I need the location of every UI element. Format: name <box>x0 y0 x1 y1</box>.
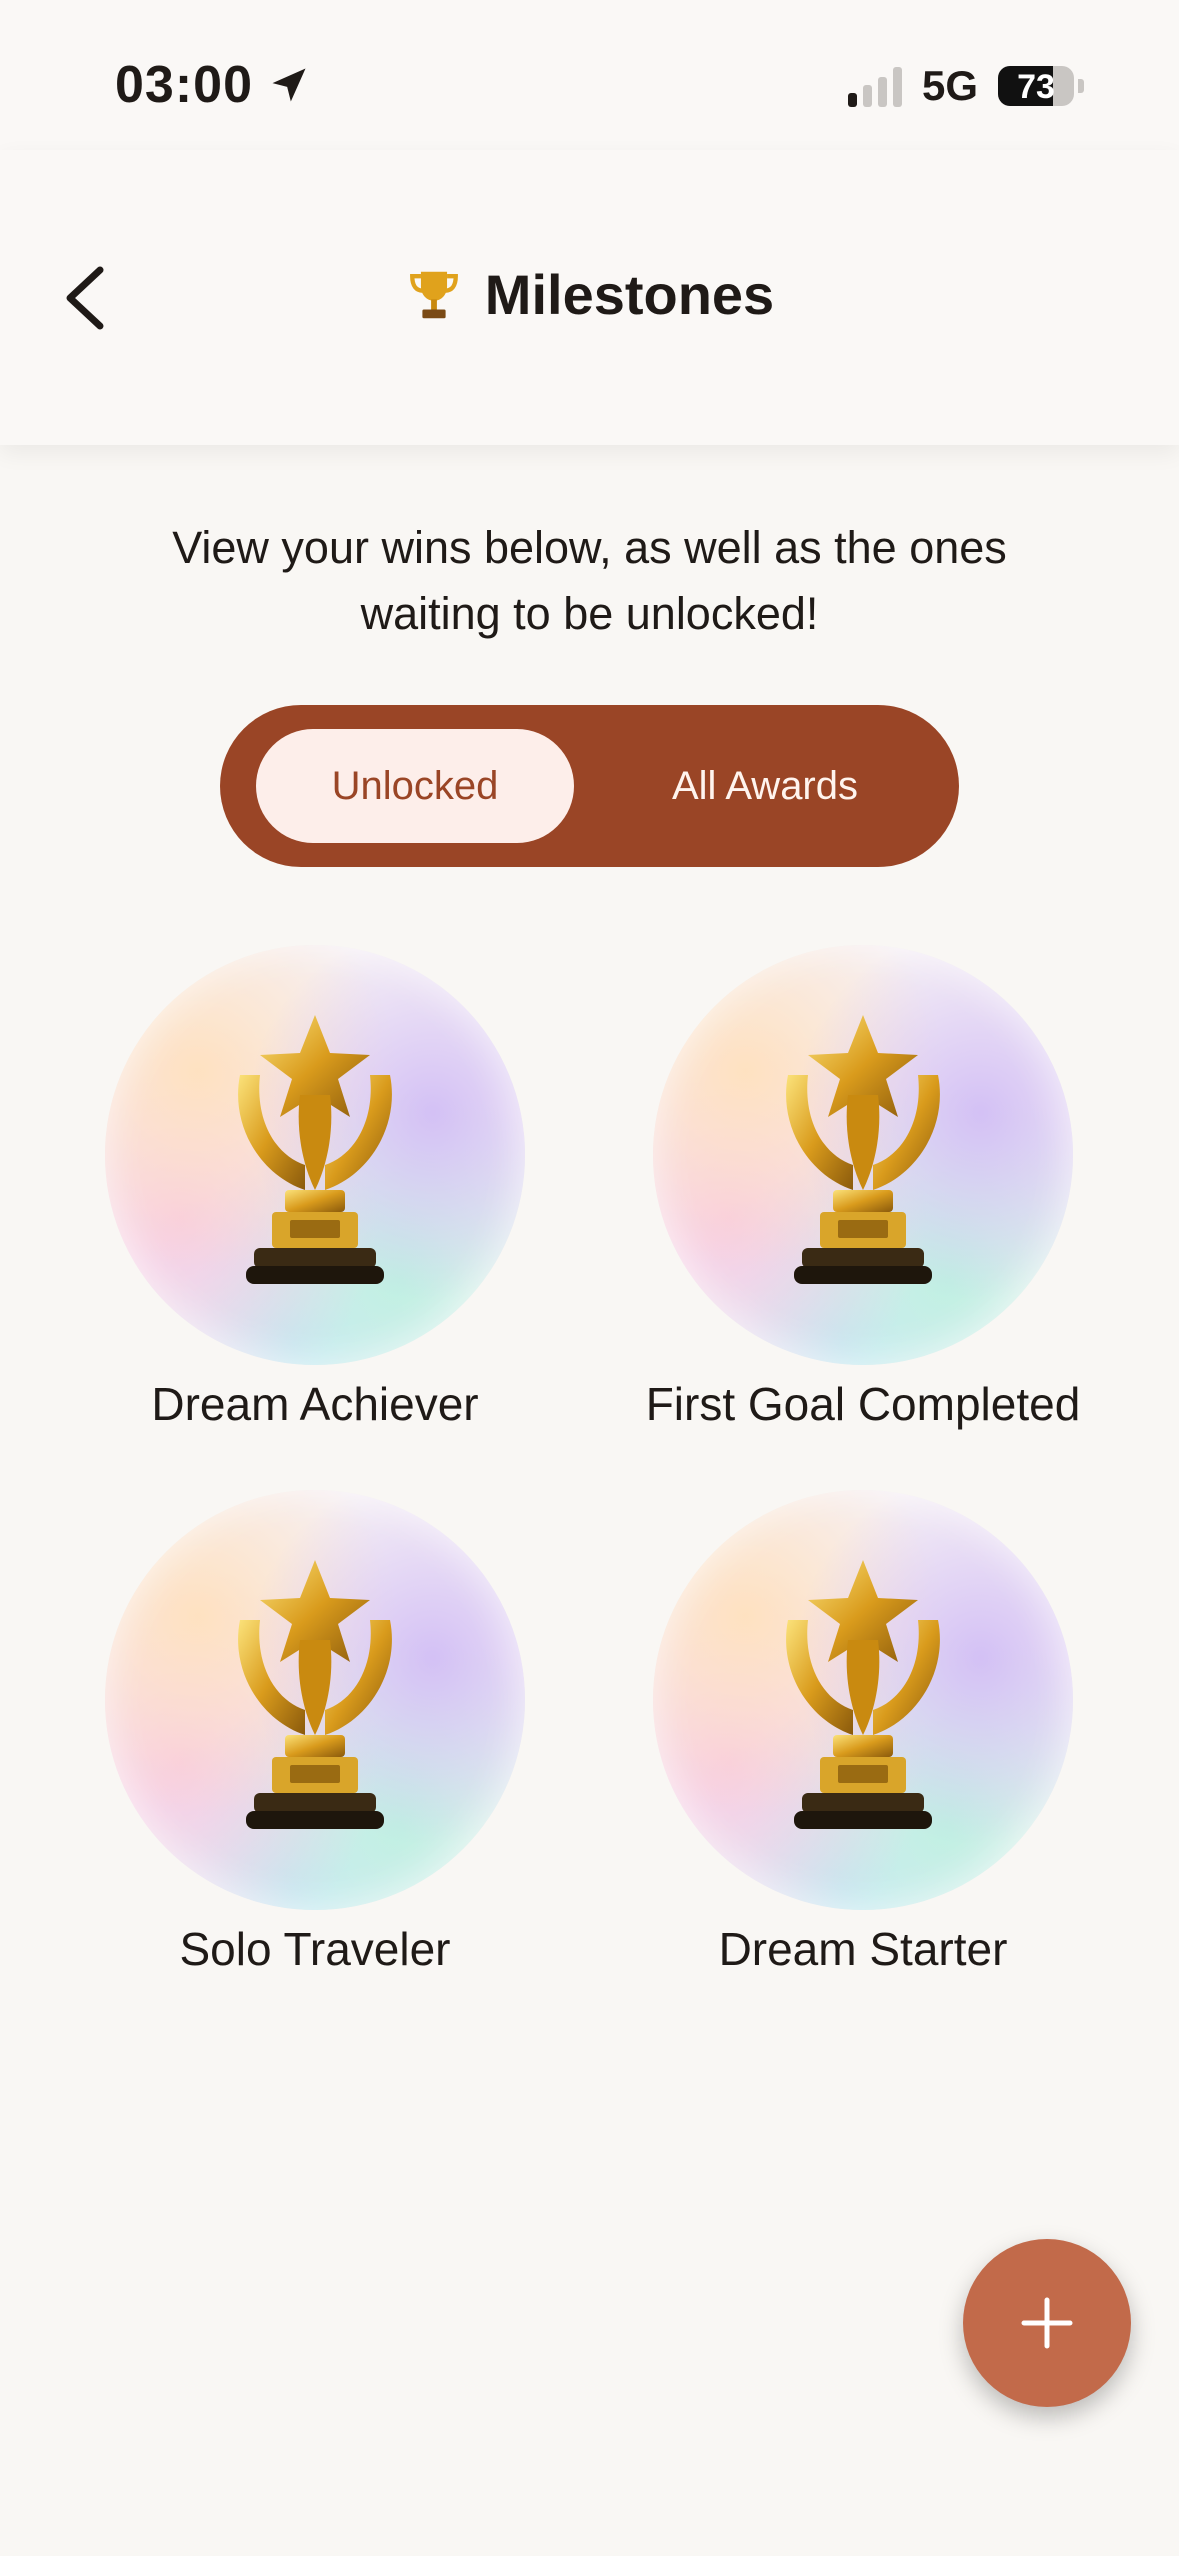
award-card[interactable]: Dream Starter <box>653 1490 1073 1976</box>
trophy-icon <box>786 1560 940 1829</box>
award-orb <box>105 1490 525 1910</box>
award-orb <box>653 945 1073 1365</box>
status-time: 03:00 <box>115 55 311 115</box>
award-card[interactable]: Dream Achiever <box>105 945 525 1431</box>
network-label: 5G <box>921 62 978 109</box>
signal-icon <box>847 65 902 107</box>
award-orb <box>653 1490 1073 1910</box>
trophy-icon <box>409 271 458 318</box>
award-filter-tabs: Unlocked All Awards <box>220 705 959 867</box>
page-title: Milestones <box>0 262 1179 327</box>
battery-level: 73 <box>1017 68 1055 106</box>
award-label: Solo Traveler <box>179 1923 451 1975</box>
status-bar: 03:00 5G 73 <box>0 0 1179 150</box>
tab-unlocked[interactable]: Unlocked <box>256 729 574 843</box>
status-time-text: 03:00 <box>115 56 253 114</box>
plus-icon <box>1021 2297 1073 2349</box>
add-button[interactable] <box>963 2239 1131 2407</box>
award-label: First Goal Completed <box>645 1378 1081 1430</box>
award-card[interactable]: First Goal Completed <box>646 945 1080 1431</box>
location-arrow-icon <box>272 68 306 102</box>
tab-all-awards[interactable]: All Awards <box>600 729 930 843</box>
trophy-icon <box>786 1015 940 1284</box>
trophy-icon <box>238 1560 392 1829</box>
intro-text: View your wins below, as well as the one… <box>172 522 1007 639</box>
status-indicators: 5G 73 <box>847 62 1084 110</box>
nav-header: Milestones <box>0 150 1179 445</box>
battery-icon: 73 <box>998 66 1074 106</box>
award-card[interactable]: Solo Traveler <box>105 1490 525 1976</box>
page-title-text: Milestones <box>484 263 775 326</box>
award-label: Dream Achiever <box>151 1378 479 1430</box>
award-label: Dream Starter <box>718 1923 1008 1975</box>
trophy-icon <box>238 1015 392 1284</box>
award-orb <box>105 945 525 1365</box>
